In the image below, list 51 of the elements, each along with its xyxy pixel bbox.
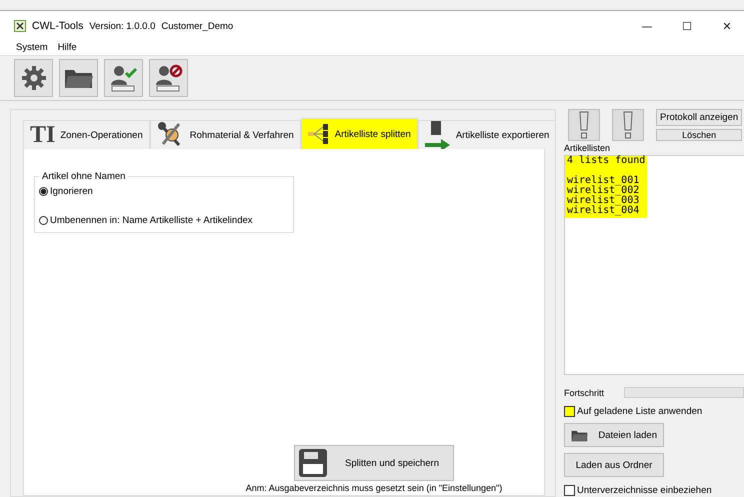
warning-button[interactable] (612, 109, 644, 141)
tab[interactable]: TI Zonen-Operationen (23, 120, 150, 149)
log-line: wirelist_002 (567, 186, 640, 196)
radio-button[interactable] (39, 187, 48, 196)
progress-label: Fortschritt (564, 388, 604, 398)
warning-button[interactable] (568, 109, 600, 141)
exclamation-icon (623, 111, 633, 139)
tab[interactable]: Rohmaterial & Verfahren (150, 120, 301, 149)
window-control-button[interactable]: ☐ (670, 20, 704, 32)
group-title: Artikel ohne Namen (41, 171, 126, 182)
text-tool-icon: TI (30, 123, 56, 147)
version-text: Version: 1.0.0.0 (89, 20, 156, 32)
protocol-button[interactable]: Protokoll anzeigen (656, 109, 742, 126)
split-save-button[interactable]: Splitten und speichern (294, 445, 454, 481)
log-line: 4 lists found (567, 156, 646, 166)
toolbar-button[interactable] (149, 59, 188, 97)
user-blocked-icon (154, 63, 184, 93)
lists-label: Artikellisten (564, 143, 612, 153)
radio-option[interactable]: Ignorieren (39, 186, 289, 197)
checkbox-option[interactable]: Auf geladene Liste anwenden (564, 406, 744, 417)
log-line: wirelist_003 (567, 196, 640, 206)
toolbar-button[interactable] (104, 59, 143, 97)
gear-icon (20, 65, 46, 91)
log-line: wirelist_001 (567, 176, 640, 186)
toolbar-button[interactable] (14, 59, 53, 97)
tab[interactable]: Artikelliste exportieren (418, 120, 556, 149)
radio-option[interactable]: Umbenennen in: Name Artikelliste + Artikelindex (39, 215, 289, 226)
split-icon (308, 124, 330, 144)
checkbox[interactable] (564, 406, 575, 417)
save-icon (299, 449, 327, 477)
folder-icon (64, 67, 94, 89)
app-icon (14, 20, 26, 32)
radio-button[interactable] (39, 216, 48, 225)
tab[interactable]: Artikelliste splitten (300, 118, 418, 149)
clear-button[interactable]: Löschen (656, 129, 742, 141)
menu-item[interactable]: System (16, 42, 48, 52)
exclamation-icon (579, 111, 589, 139)
customer-text: Customer_Demo (161, 20, 234, 32)
toolbar-button[interactable] (59, 59, 98, 97)
log-line: wirelist_004 (567, 206, 640, 216)
window-control-button[interactable]: ✕ (710, 20, 744, 32)
export-icon (424, 121, 451, 149)
window-control-button[interactable]: — (630, 20, 664, 32)
window-title: CWL-Tools (32, 20, 84, 32)
load-folder-button[interactable]: Laden aus Ordner (564, 453, 664, 477)
user-check-icon (108, 63, 138, 93)
load-files-button[interactable]: Dateien laden (564, 423, 664, 447)
note-text: Anm: Ausgabeverzeichnis muss gesetzt sein (in "Einstellungen") (246, 482, 502, 493)
menu-item[interactable]: Hilfe (58, 42, 77, 52)
checkbox[interactable] (564, 485, 575, 496)
checkbox-option[interactable]: Unterverzeichnisse einbeziehen (564, 485, 744, 496)
